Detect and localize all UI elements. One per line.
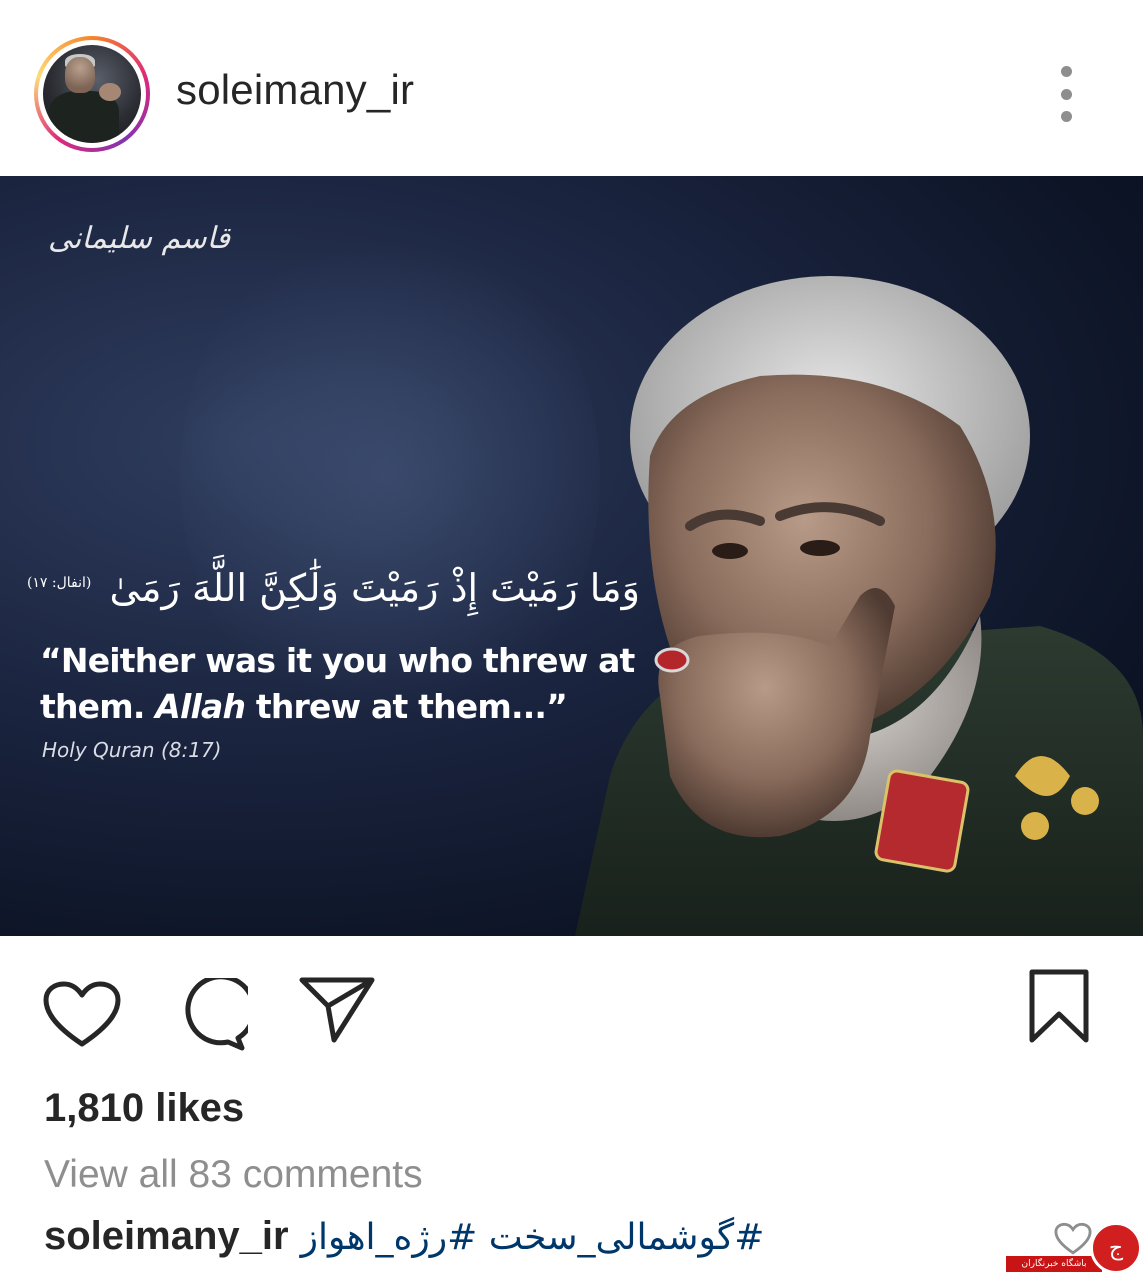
caption-username[interactable]: soleimany_ir xyxy=(44,1214,289,1258)
avatar[interactable] xyxy=(34,36,150,152)
eye-shape xyxy=(712,543,748,559)
arabic-verse-text: وَمَا رَمَيْتَ إِذْ رَمَيْتَ وَلَٰكِنَّ … xyxy=(109,566,640,610)
heart-icon[interactable] xyxy=(42,980,122,1050)
dot xyxy=(1060,111,1072,122)
likes-count[interactable]: 1,810 likes xyxy=(44,1086,244,1131)
calligraphy-signature: قاسم سلیمانی xyxy=(48,221,231,256)
quote-allah: Allah xyxy=(155,687,246,726)
username[interactable]: soleimany_ir xyxy=(176,66,414,114)
bookmark-icon[interactable] xyxy=(1028,968,1090,1044)
quote-line-2c: threw at them...” xyxy=(245,687,568,726)
star-shape xyxy=(1071,787,1099,815)
caption-hashtags[interactable]: #گوشمالی_سخت #رژه_اهواز xyxy=(301,1217,765,1258)
post-header: soleimany_ir xyxy=(0,0,1143,176)
dot xyxy=(1060,66,1072,77)
quote-line-2a: them. xyxy=(40,687,156,726)
watermark-logo: باشگاه خبرنگاران ج xyxy=(1006,1222,1143,1280)
avatar-hands-shape xyxy=(99,83,121,101)
dot xyxy=(1060,88,1072,100)
quote-reference: Holy Quran (8:17) xyxy=(42,738,222,762)
post-image[interactable]: قاسم سلیمانی وَمَا رَمَيْتَ إِذْ رَمَيْت… xyxy=(0,176,1143,936)
arabic-verse-reference: (انفال: ۱۷) xyxy=(26,575,92,592)
insignia-shape xyxy=(874,769,970,873)
watermark-circle-icon: ج xyxy=(1090,1222,1142,1274)
avatar-head-shape xyxy=(65,57,95,93)
avatar-photo xyxy=(43,45,141,143)
view-all-comments-link[interactable]: View all 83 comments xyxy=(44,1153,423,1197)
avatar-inner xyxy=(38,40,146,148)
portrait-illustration xyxy=(575,276,1143,936)
action-bar xyxy=(0,936,1143,1076)
quote-line-1: “Neither was it you who threw at xyxy=(40,641,635,680)
more-options-icon[interactable] xyxy=(1048,66,1084,122)
ring-stone-shape xyxy=(654,647,690,673)
comment-icon[interactable] xyxy=(172,978,248,1054)
watermark-text: باشگاه خبرنگاران xyxy=(1006,1256,1102,1272)
arabic-verse: وَمَا رَمَيْتَ إِذْ رَمَيْتَ وَلَٰكِنَّ … xyxy=(27,566,640,610)
paper-plane-icon[interactable] xyxy=(298,976,376,1044)
eye-shape xyxy=(800,540,840,556)
star-shape xyxy=(1021,812,1049,840)
caption: soleimany_ir #گوشمالی_سخت #رژه_اهواز xyxy=(44,1214,764,1259)
english-quote: “Neither was it you who threw at them. A… xyxy=(40,638,640,730)
